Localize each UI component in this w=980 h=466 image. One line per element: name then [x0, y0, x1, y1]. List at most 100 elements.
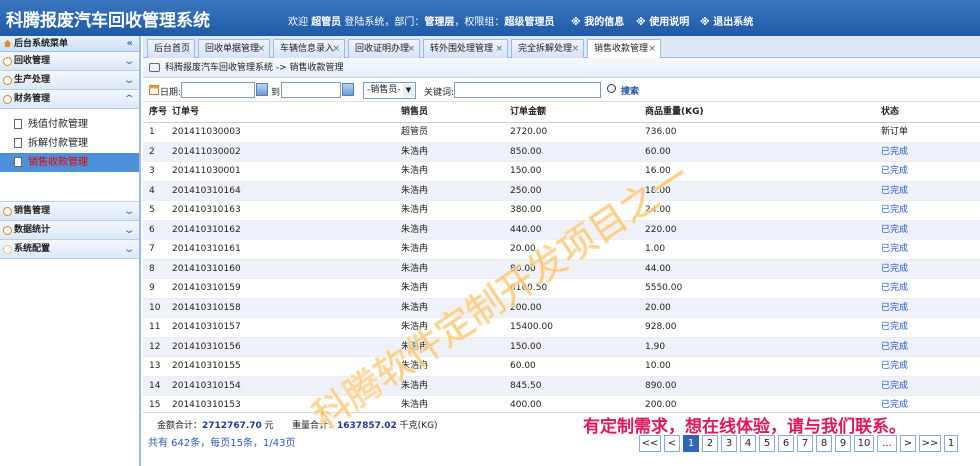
- cell-status[interactable]: 已完成: [881, 279, 908, 298]
- cell-seller: 朱浩冉: [401, 361, 429, 371]
- cell-status[interactable]: 已完成: [881, 260, 908, 279]
- start-date-input[interactable]: [181, 82, 255, 98]
- tab-full-dismantle[interactable]: 完全拆解处理 ×: [511, 39, 584, 58]
- sidebar-group-config[interactable]: 系统配置 ⌄: [0, 240, 139, 259]
- page-button-current[interactable]: 1: [683, 435, 699, 452]
- document-icon: [14, 157, 22, 167]
- page-button[interactable]: 9: [835, 435, 851, 452]
- table-row[interactable]: 4 201410310164 朱浩冉 250.00 18.00 已完成: [143, 181, 980, 201]
- cell-seller: 朱浩冉: [401, 146, 429, 157]
- cell-status[interactable]: 已完成: [881, 182, 908, 201]
- table-row[interactable]: 3 201411030001 朱浩冉 150.00 16.00 已完成: [143, 162, 980, 182]
- calendar-picker-icon[interactable]: [256, 83, 268, 96]
- table-row[interactable]: 8 201410310160 朱浩冉 80.00 44.00 已完成: [143, 259, 980, 279]
- table-row[interactable]: 13 201410310155 朱浩冉 60.00 10.00 已完成: [143, 357, 980, 377]
- cell-seller: 朱浩冉: [401, 322, 429, 332]
- tab-external-processing[interactable]: 转外围处理管理 ×: [423, 39, 508, 58]
- page-button[interactable]: 1: [944, 435, 958, 452]
- cell-status[interactable]: 已完成: [881, 299, 908, 318]
- collapse-sidebar-icon[interactable]: «: [127, 36, 133, 52]
- table-row[interactable]: 1 201411030003 超管员 2720.00 736.00 新订单: [143, 123, 980, 143]
- table-row[interactable]: 10 201410310158 朱浩冉 200.00 20.00 已完成: [143, 298, 980, 318]
- cell-order-no: 201410310159: [172, 283, 241, 293]
- cell-weight: 1.00: [645, 244, 666, 254]
- page-button[interactable]: 6: [778, 435, 794, 452]
- help-link[interactable]: ※ 使用说明: [636, 13, 689, 28]
- page-button[interactable]: <: [664, 435, 680, 452]
- cell-weight: 5550.00: [645, 283, 683, 293]
- sidebar-item-label: 销售收款管理: [28, 157, 88, 168]
- keyword-input[interactable]: [454, 82, 601, 98]
- tab-home[interactable]: 后台首页: [147, 39, 195, 58]
- page-button[interactable]: 10: [854, 435, 874, 452]
- sidebar-group-recycle[interactable]: 回收管理 ⌄: [0, 52, 139, 71]
- page-button[interactable]: ...: [877, 435, 897, 452]
- cell-status[interactable]: 已完成: [881, 221, 908, 240]
- cell-status[interactable]: 已完成: [881, 338, 908, 357]
- sidebar-group-finance[interactable]: 财务管理 ⌃: [0, 90, 139, 109]
- clock-icon: [3, 207, 12, 216]
- table-row[interactable]: 11 201410310157 朱浩冉 15400.00 928.00 已完成: [143, 318, 980, 338]
- finance-submenu: 残值付款管理 拆解付款管理 销售收款管理: [0, 109, 139, 202]
- close-icon[interactable]: ×: [407, 40, 415, 58]
- page-button[interactable]: 7: [797, 435, 813, 452]
- logout-link[interactable]: ※ 退出系统: [700, 13, 753, 28]
- table-row[interactable]: 9 201410310159 朱浩冉 6160.50 5550.00 已完成: [143, 279, 980, 299]
- page-button[interactable]: 5: [759, 435, 775, 452]
- page-button[interactable]: <<: [639, 435, 661, 452]
- page-button[interactable]: 8: [816, 435, 832, 452]
- cell-amount: 200.00: [510, 302, 542, 313]
- tab-sales-receipt[interactable]: 销售收款管理 ×: [587, 39, 661, 59]
- cell-status[interactable]: 新订单: [881, 123, 908, 142]
- cell-status[interactable]: 已完成: [881, 162, 908, 181]
- sidebar-item-sales-receipt[interactable]: 销售收款管理: [0, 153, 139, 172]
- tab-label: 后台首页: [154, 44, 191, 54]
- table-row[interactable]: 14 201410310154 朱浩冉 845.50 890.00 已完成: [143, 376, 980, 396]
- table-row[interactable]: 2 201411030002 朱浩冉 850.00 60.00 已完成: [143, 142, 980, 162]
- end-date-input[interactable]: [281, 82, 341, 98]
- sidebar-item-residual-payment[interactable]: 残值付款管理: [0, 115, 139, 134]
- calendar-picker-icon[interactable]: [342, 83, 354, 96]
- cell-status[interactable]: 已完成: [881, 318, 908, 337]
- sidebar-title: 后台系统菜单: [14, 39, 69, 49]
- sidebar-item-dismantle-payment[interactable]: 拆解付款管理: [0, 134, 139, 153]
- seller-select[interactable]: -销售员- ▼: [363, 82, 416, 99]
- sidebar-group-sales[interactable]: 销售管理 ⌄: [0, 202, 139, 221]
- close-icon[interactable]: ×: [332, 40, 340, 58]
- chevron-up-icon: ⌃: [122, 94, 135, 105]
- cell-status[interactable]: 已完成: [881, 377, 908, 396]
- page-button[interactable]: >: [900, 435, 916, 452]
- close-icon[interactable]: ×: [648, 40, 656, 58]
- page-button[interactable]: 2: [702, 435, 718, 452]
- table-row[interactable]: 6 201410310162 朱浩冉 440.00 220.00 已完成: [143, 220, 980, 240]
- page-button[interactable]: >>: [919, 435, 941, 452]
- sidebar-group-stats[interactable]: 数据统计 ⌄: [0, 221, 139, 240]
- search-button[interactable]: 搜索: [607, 84, 639, 97]
- close-icon[interactable]: ×: [571, 40, 579, 58]
- close-icon[interactable]: ×: [257, 40, 265, 58]
- cell-order-no: 201410310162: [172, 224, 241, 235]
- table-row[interactable]: 5 201410310163 朱浩冉 380.00 24.00 已完成: [143, 201, 980, 221]
- sidebar-header: 后台系统菜单 «: [0, 36, 139, 52]
- page-button[interactable]: 4: [740, 435, 756, 452]
- cell-status[interactable]: 已完成: [881, 357, 908, 376]
- page-button[interactable]: 3: [721, 435, 737, 452]
- cell-amount: 250.00: [510, 185, 542, 196]
- cell-status[interactable]: 已完成: [881, 143, 908, 162]
- table-row[interactable]: 12 201410310156 朱浩冉 150.00 1.90 已完成: [143, 337, 980, 357]
- table-row[interactable]: 7 201410310161 朱浩冉 20.00 1.00 已完成: [143, 240, 980, 260]
- my-info-link[interactable]: ※ 我的信息: [571, 13, 624, 28]
- tab-recycle-certificate[interactable]: 回收证明办理 ×: [348, 39, 420, 58]
- calendar-icon: [149, 85, 159, 95]
- orders-table: 序号 订单号 销售员 订单金额 商品重量(KG) 状态 1 20141103000…: [143, 102, 980, 416]
- cell-status[interactable]: 已完成: [881, 240, 908, 259]
- close-icon[interactable]: ×: [495, 40, 503, 58]
- tab-vehicle-entry[interactable]: 车辆信息录入 ×: [273, 39, 345, 58]
- cell-status[interactable]: 已完成: [881, 201, 908, 220]
- group-name: 超级管理员: [504, 17, 555, 28]
- tab-recycle-orders[interactable]: 回收单据管理 ×: [198, 39, 270, 58]
- sidebar-group-production[interactable]: 生产处理 ⌄: [0, 71, 139, 90]
- cell-index: 14: [149, 380, 161, 391]
- cell-amount: 440.00: [510, 224, 542, 235]
- cell-seller: 超管员: [401, 127, 429, 137]
